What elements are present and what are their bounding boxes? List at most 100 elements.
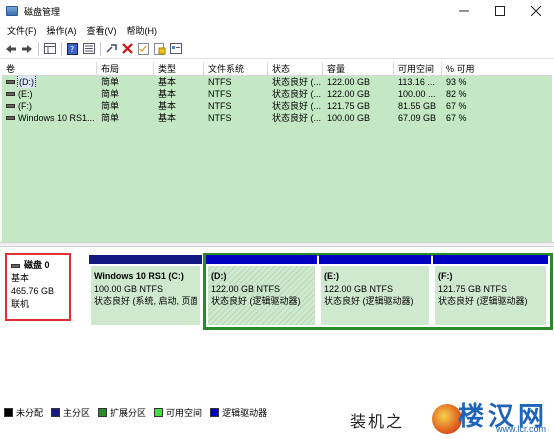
percent-free-cell: 67 % <box>446 101 467 111</box>
disk-0-label[interactable]: 磁盘 0 基本 465.76 GB 联机 <box>5 253 71 321</box>
delete-icon[interactable] <box>121 42 134 55</box>
partition-d[interactable]: (D:) 122.00 GB NTFS 状态良好 (逻辑驱动器) <box>206 255 317 327</box>
partition-bar <box>89 255 202 264</box>
disk-icon <box>11 263 20 268</box>
column-header-capacity[interactable]: 容量 <box>323 62 394 75</box>
close-button[interactable] <box>518 0 554 22</box>
percent-free-cell: 93 % <box>446 77 467 87</box>
menu-view[interactable]: 查看(V) <box>82 24 122 37</box>
menu-help[interactable]: 帮助(H) <box>122 24 163 37</box>
table-row[interactable]: (D:) 简单 基本 NTFS 状态良好 (... 122.00 GB 113.… <box>2 76 552 88</box>
free-space-cell: 67.09 GB <box>398 113 437 123</box>
connect-icon[interactable] <box>105 42 118 55</box>
status-cell: 状态良好 (... <box>272 101 321 111</box>
watermark-url: www.lcr.com <box>495 424 546 434</box>
percent-free-cell: 67 % <box>446 113 467 123</box>
volume-name: (E:) <box>18 89 33 99</box>
disk-status: 联机 <box>11 299 30 309</box>
help-icon[interactable]: ? <box>66 42 79 55</box>
table-row[interactable]: (E:) 简单 基本 NTFS 状态良好 (... 122.00 GB 100.… <box>2 88 552 100</box>
folder-icon[interactable] <box>153 42 166 55</box>
type-cell: 基本 <box>158 101 177 111</box>
partition-status: 状态良好 (系统, 启动, 页面 <box>94 296 197 306</box>
svg-text:?: ? <box>70 45 74 54</box>
disk-management-app-icon <box>6 6 18 16</box>
type-cell: 基本 <box>158 89 177 99</box>
filesystem-cell: NTFS <box>208 113 232 123</box>
legend-item: 可用空间 <box>154 406 202 419</box>
legend-item: 扩展分区 <box>98 406 146 419</box>
maximize-button[interactable] <box>482 0 518 22</box>
toolbar-separator <box>61 41 62 56</box>
grid-icon[interactable] <box>43 42 56 55</box>
partition-title: Windows 10 RS1 (C:) <box>94 271 184 281</box>
status-cell: 状态良好 (... <box>272 77 321 87</box>
toolbar-separator <box>100 41 101 56</box>
status-cell: 状态良好 (... <box>272 113 321 123</box>
legend-swatch <box>4 407 13 417</box>
partition-size: 121.75 GB NTFS <box>438 284 508 294</box>
table-row[interactable]: (F:) 简单 基本 NTFS 状态良好 (... 121.75 GB 81.5… <box>2 100 552 112</box>
window-title: 磁盘管理 <box>24 6 61 17</box>
partition-bar <box>319 255 431 264</box>
table-header: 卷 布局 类型 文件系统 状态 容量 可用空间 % 可用 <box>2 62 552 76</box>
filesystem-cell: NTFS <box>208 77 232 87</box>
percent-free-cell: 82 % <box>446 89 467 99</box>
maximize-icon <box>495 6 505 16</box>
disk-type: 基本 <box>11 273 30 283</box>
partition-c[interactable]: Windows 10 RS1 (C:) 100.00 GB NTFS 状态良好 … <box>89 255 202 327</box>
partition-f[interactable]: (F:) 121.75 GB NTFS 状态良好 (逻辑驱动器) <box>433 255 548 327</box>
volume-name: Windows 10 RS1... <box>18 113 95 123</box>
layout-cell: 简单 <box>101 89 120 99</box>
menu-action[interactable]: 操作(A) <box>42 24 82 37</box>
disk-name: 磁盘 0 <box>24 260 50 270</box>
back-icon[interactable] <box>4 42 17 55</box>
legend: 未分配 主分区 扩展分区 可用空间 逻辑驱动器 <box>4 405 275 419</box>
volume-name: (F:) <box>18 101 32 111</box>
legend-label: 未分配 <box>16 407 44 418</box>
column-header-free-space[interactable]: 可用空间 <box>394 62 442 75</box>
properties-icon[interactable] <box>169 42 182 55</box>
legend-swatch <box>210 407 220 417</box>
legend-swatch <box>98 407 108 417</box>
filesystem-cell: NTFS <box>208 89 232 99</box>
column-header-percent-free[interactable]: % 可用 <box>442 62 552 75</box>
capacity-cell: 121.75 GB <box>327 101 371 111</box>
partition-e[interactable]: (E:) 122.00 GB NTFS 状态良好 (逻辑驱动器) <box>319 255 431 327</box>
column-header-status[interactable]: 状态 <box>268 62 323 75</box>
column-header-type[interactable]: 类型 <box>154 62 204 75</box>
legend-swatch <box>154 407 164 417</box>
partition-size: 122.00 GB NTFS <box>211 284 281 294</box>
disk-size: 465.76 GB <box>11 286 55 296</box>
toolbar: ? <box>0 39 554 59</box>
capacity-cell: 122.00 GB <box>327 89 371 99</box>
legend-label: 可用空间 <box>166 407 203 418</box>
partition-size: 100.00 GB NTFS <box>94 284 164 294</box>
title-bar: 磁盘管理 <box>0 0 554 22</box>
pane-splitter[interactable] <box>0 242 554 247</box>
status-cell: 状态良好 (... <box>272 89 321 99</box>
legend-swatch <box>51 407 61 417</box>
table-row[interactable]: Windows 10 RS1... 简单 基本 NTFS 状态良好 (... 1… <box>2 112 552 124</box>
list-icon[interactable] <box>82 42 95 55</box>
volume-icon <box>6 104 15 108</box>
menu-file[interactable]: 文件(F) <box>0 24 42 37</box>
column-header-volume[interactable]: 卷 <box>2 62 97 75</box>
layout-cell: 简单 <box>101 77 120 87</box>
partition-status: 状态良好 (逻辑驱动器) <box>324 296 414 306</box>
legend-label: 逻辑驱动器 <box>222 407 268 418</box>
legend-item: 未分配 <box>4 406 43 419</box>
column-header-layout[interactable]: 布局 <box>97 62 154 75</box>
partition-title: (F:) <box>438 271 453 281</box>
free-space-cell: 100.00 ... <box>398 89 436 99</box>
legend-label: 扩展分区 <box>110 407 147 418</box>
legend-item: 主分区 <box>51 406 90 419</box>
watermark: 装机之 楼汉网 www.lcr.com <box>344 400 554 439</box>
checklist-icon[interactable] <box>137 42 150 55</box>
column-header-filesystem[interactable]: 文件系统 <box>204 62 268 75</box>
volume-table: 卷 布局 类型 文件系统 状态 容量 可用空间 % 可用 (D:) 简单 基本 … <box>2 62 552 242</box>
forward-icon[interactable] <box>20 42 33 55</box>
minimize-button[interactable] <box>446 0 482 22</box>
volume-name: (D:) <box>17 76 36 88</box>
free-space-cell: 113.16 ... <box>398 77 435 87</box>
